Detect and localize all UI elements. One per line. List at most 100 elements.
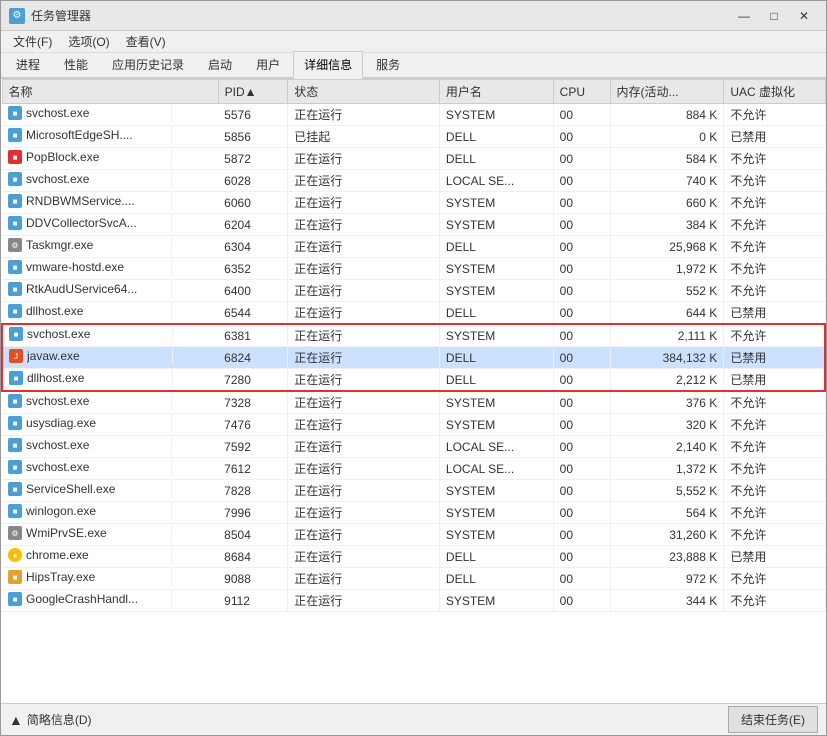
cell-user: DELL	[439, 546, 553, 568]
close-button[interactable]: ✕	[790, 6, 818, 26]
table-row[interactable]: ⚙Taskmgr.exe6304正在运行DELL0025,968 K不允许	[2, 236, 825, 258]
cell-name: ■dllhost.exe	[3, 369, 173, 387]
cell-user: DELL	[439, 568, 553, 590]
cell-user: SYSTEM	[439, 192, 553, 214]
cell-status: 正在运行	[288, 214, 440, 236]
cell-pid: 7592	[218, 436, 288, 458]
col-header-cpu[interactable]: CPU	[553, 80, 610, 104]
cell-pid: 7828	[218, 480, 288, 502]
process-icon: ■	[8, 216, 22, 230]
col-header-user[interactable]: 用户名	[439, 80, 553, 104]
end-task-button[interactable]: 结束任务(E)	[728, 706, 818, 733]
cell-uac: 不允许	[724, 236, 825, 258]
table-row[interactable]: ■RtkAudUService64...6400正在运行SYSTEM00552 …	[2, 280, 825, 302]
tab-details[interactable]: 详细信息	[293, 51, 363, 79]
cell-status: 正在运行	[288, 391, 440, 414]
table-row[interactable]: ■RNDBWMService....6060正在运行SYSTEM00660 K不…	[2, 192, 825, 214]
cell-user: DELL	[439, 347, 553, 369]
cell-uac: 不允许	[724, 104, 825, 126]
table-row[interactable]: ■winlogon.exe7996正在运行SYSTEM00564 K不允许	[2, 502, 825, 524]
cell-pid: 9088	[218, 568, 288, 590]
process-icon: ■	[8, 482, 22, 496]
table-row[interactable]: ■svchost.exe7328正在运行SYSTEM00376 K不允许	[2, 391, 825, 414]
cell-memory: 25,968 K	[610, 236, 724, 258]
table-row[interactable]: ■dllhost.exe6544正在运行DELL00644 K已禁用	[2, 302, 825, 325]
table-row[interactable]: ■svchost.exe6381正在运行SYSTEM002,111 K不允许	[2, 324, 825, 347]
cell-user: SYSTEM	[439, 258, 553, 280]
menu-file[interactable]: 文件(F)	[5, 31, 60, 52]
process-icon: ■	[8, 194, 22, 208]
table-row[interactable]: Jjavaw.exe6824正在运行DELL00384,132 K已禁用	[2, 347, 825, 369]
cell-cpu: 00	[553, 414, 610, 436]
cell-pid: 6824	[218, 347, 288, 369]
tab-performance[interactable]: 性能	[53, 51, 99, 77]
cell-cpu: 00	[553, 546, 610, 568]
cell-user: SYSTEM	[439, 590, 553, 612]
process-icon: ■	[8, 394, 22, 408]
cell-memory: 5,552 K	[610, 480, 724, 502]
cell-memory: 0 K	[610, 126, 724, 148]
process-icon: ⚙	[8, 238, 22, 252]
cell-uac: 不允许	[724, 436, 825, 458]
col-header-name[interactable]: 名称	[2, 80, 218, 104]
table-row[interactable]: ■svchost.exe6028正在运行LOCAL SE...00740 K不允…	[2, 170, 825, 192]
maximize-button[interactable]: □	[760, 6, 788, 26]
table-row[interactable]: ■svchost.exe7592正在运行LOCAL SE...002,140 K…	[2, 436, 825, 458]
cell-name: ⚙WmiPrvSE.exe	[2, 524, 172, 542]
cell-pid: 5576	[218, 104, 288, 126]
cell-memory: 1,372 K	[610, 458, 724, 480]
table-row[interactable]: ●chrome.exe8684正在运行DELL0023,888 K已禁用	[2, 546, 825, 568]
table-row[interactable]: ⚙WmiPrvSE.exe8504正在运行SYSTEM0031,260 K不允许	[2, 524, 825, 546]
main-content: 名称 PID▲ 状态 用户名 CPU 内存(活动... UAC 虚拟化 ■svc…	[1, 79, 826, 703]
table-row[interactable]: ■svchost.exe7612正在运行LOCAL SE...001,372 K…	[2, 458, 825, 480]
cell-pid: 8504	[218, 524, 288, 546]
cell-pid: 5872	[218, 148, 288, 170]
cell-uac: 不允许	[724, 324, 825, 347]
table-row[interactable]: ■usysdiag.exe7476正在运行SYSTEM00320 K不允许	[2, 414, 825, 436]
table-row[interactable]: ■svchost.exe5576正在运行SYSTEM00884 K不允许	[2, 104, 825, 126]
cell-memory: 23,888 K	[610, 546, 724, 568]
tab-users[interactable]: 用户	[245, 51, 291, 77]
cell-cpu: 00	[553, 324, 610, 347]
col-header-memory[interactable]: 内存(活动...	[610, 80, 724, 104]
process-icon: ■	[9, 371, 23, 385]
details-toggle[interactable]: ▲ 简略信息(D)	[9, 711, 92, 728]
process-table-container[interactable]: 名称 PID▲ 状态 用户名 CPU 内存(活动... UAC 虚拟化 ■svc…	[1, 79, 826, 703]
table-row[interactable]: ■DDVCollectorSvcA...6204正在运行SYSTEM00384 …	[2, 214, 825, 236]
cell-pid: 6304	[218, 236, 288, 258]
col-header-status[interactable]: 状态	[288, 80, 440, 104]
process-table: 名称 PID▲ 状态 用户名 CPU 内存(活动... UAC 虚拟化 ■svc…	[1, 79, 826, 612]
table-row[interactable]: ■HipsTray.exe9088正在运行DELL00972 K不允许	[2, 568, 825, 590]
cell-status: 正在运行	[288, 258, 440, 280]
menu-options[interactable]: 选项(O)	[60, 31, 117, 52]
tab-processes[interactable]: 进程	[5, 51, 51, 77]
col-header-uac[interactable]: UAC 虚拟化	[724, 80, 825, 104]
table-header-row: 名称 PID▲ 状态 用户名 CPU 内存(活动... UAC 虚拟化	[2, 80, 825, 104]
cell-cpu: 00	[553, 104, 610, 126]
table-row[interactable]: ■dllhost.exe7280正在运行DELL002,212 K已禁用	[2, 369, 825, 392]
cell-uac: 已禁用	[724, 126, 825, 148]
cell-name: ●chrome.exe	[2, 546, 172, 564]
col-header-pid[interactable]: PID▲	[218, 80, 288, 104]
cell-memory: 584 K	[610, 148, 724, 170]
table-row[interactable]: ■PopBlock.exe5872正在运行DELL00584 K不允许	[2, 148, 825, 170]
cell-name: ■MicrosoftEdgeSH....	[2, 126, 172, 144]
cell-name: ■svchost.exe	[2, 392, 172, 410]
cell-uac: 不允许	[724, 280, 825, 302]
cell-memory: 972 K	[610, 568, 724, 590]
tab-services[interactable]: 服务	[365, 51, 411, 77]
process-icon: ■	[8, 460, 22, 474]
process-icon: ⚙	[8, 526, 22, 540]
minimize-button[interactable]: —	[730, 6, 758, 26]
table-row[interactable]: ■GoogleCrashHandl...9112正在运行SYSTEM00344 …	[2, 590, 825, 612]
tab-startup[interactable]: 启动	[197, 51, 243, 77]
tab-app-history[interactable]: 应用历史记录	[101, 51, 195, 77]
menu-view[interactable]: 查看(V)	[118, 31, 174, 52]
cell-status: 正在运行	[288, 480, 440, 502]
window-controls: — □ ✕	[730, 6, 818, 26]
table-row[interactable]: ■vmware-hostd.exe6352正在运行SYSTEM001,972 K…	[2, 258, 825, 280]
cell-name: ■RNDBWMService....	[2, 192, 172, 210]
cell-name: ■vmware-hostd.exe	[2, 258, 172, 276]
table-row[interactable]: ■ServiceShell.exe7828正在运行SYSTEM005,552 K…	[2, 480, 825, 502]
table-row[interactable]: ■MicrosoftEdgeSH....5856已挂起DELL000 K已禁用	[2, 126, 825, 148]
